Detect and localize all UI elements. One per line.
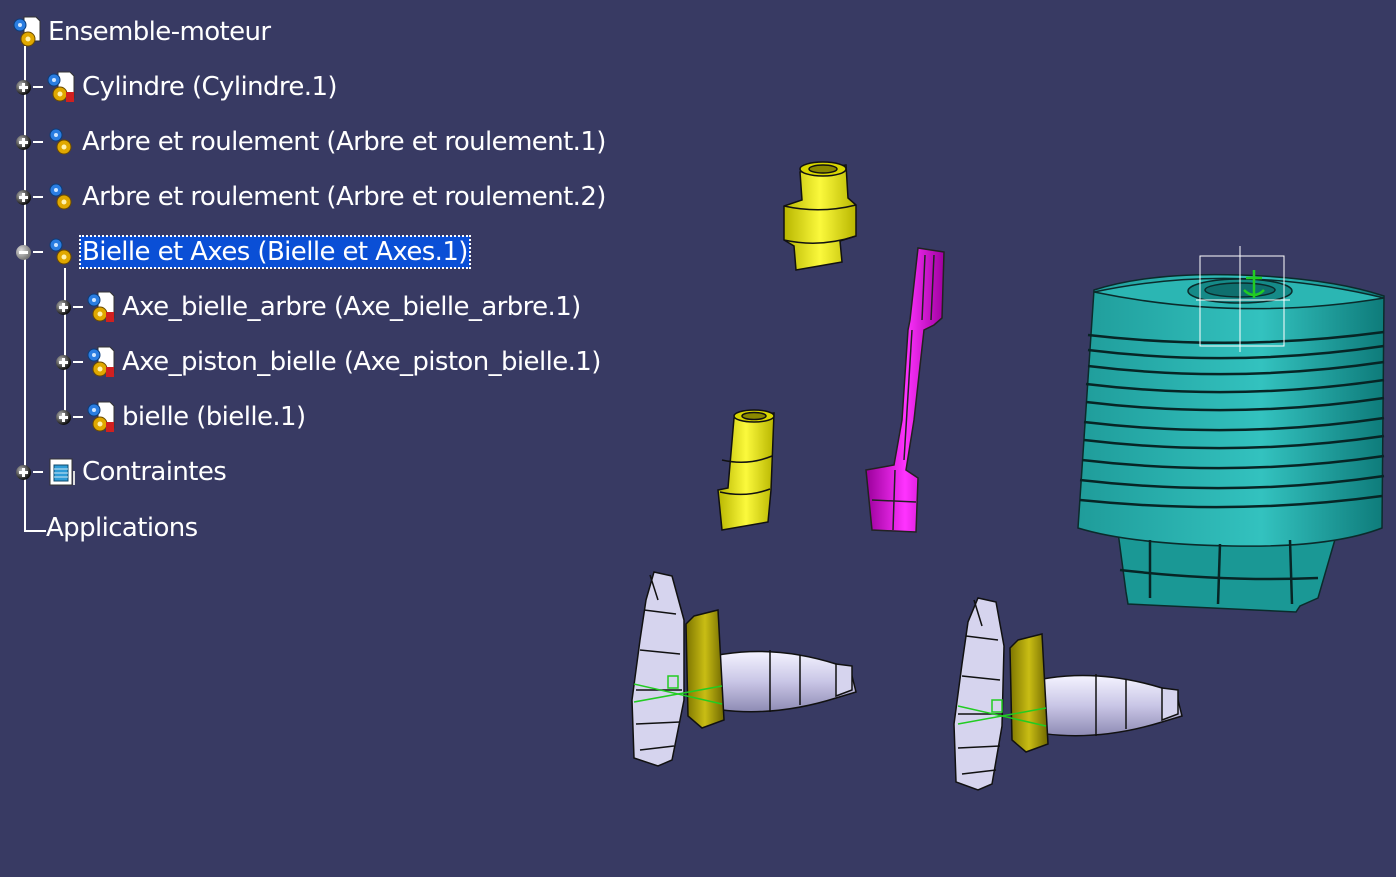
tree-item-label: Contraintes — [82, 457, 227, 487]
tree-node-bielle[interactable]: bielle (bielle.1) — [56, 397, 308, 437]
branch-connector — [33, 196, 43, 198]
branch-connector — [33, 251, 43, 253]
part-icon — [86, 290, 116, 324]
expand-icon[interactable] — [16, 134, 31, 150]
product-icon — [46, 125, 76, 159]
branch-connector — [73, 361, 83, 363]
tree-node-axe-bielle-arbre[interactable]: Axe_bielle_arbre (Axe_bielle_arbre.1) — [56, 287, 583, 327]
part-icon — [46, 70, 76, 104]
arbre-roulement-2-part[interactable] — [953, 597, 1183, 791]
tree-node-applications[interactable]: Applications — [44, 508, 200, 548]
part-icon — [86, 345, 116, 379]
branch-connector — [33, 86, 43, 88]
tree-node-arbre-roulement-1[interactable]: Arbre et roulement (Arbre et roulement.1… — [16, 122, 608, 162]
product-icon — [46, 180, 76, 214]
constraints-icon — [46, 455, 76, 489]
collapse-icon[interactable] — [16, 244, 31, 260]
axe-bielle-arbre-part[interactable] — [783, 161, 857, 271]
tree-root-label: Ensemble-moteur — [48, 17, 271, 47]
branch-connector — [73, 416, 83, 418]
tree-item-label: Axe_bielle_arbre (Axe_bielle_arbre.1) — [122, 292, 581, 322]
part-icon — [86, 400, 116, 434]
tree-node-root[interactable]: Ensemble-moteur — [12, 12, 272, 52]
bielle-part[interactable] — [865, 247, 945, 533]
tree-item-label: Cylindre (Cylindre.1) — [82, 72, 338, 102]
product-icon — [12, 15, 42, 49]
expand-icon[interactable] — [56, 299, 71, 315]
tree-item-label: Arbre et roulement (Arbre et roulement.2… — [82, 182, 606, 212]
tree-item-label-selected: Bielle et Axes (Bielle et Axes.1) — [79, 235, 471, 269]
tree-node-axe-piston-bielle[interactable]: Axe_piston_bielle (Axe_piston_bielle.1) — [56, 342, 603, 382]
tree-item-label: bielle (bielle.1) — [122, 402, 306, 432]
expand-icon[interactable] — [16, 464, 31, 480]
axe-piston-bielle-part[interactable] — [717, 409, 775, 531]
branch-connector — [73, 306, 83, 308]
tree-item-label: Arbre et roulement (Arbre et roulement.1… — [82, 127, 606, 157]
expand-icon[interactable] — [56, 354, 71, 370]
cylindre-part[interactable] — [1077, 246, 1385, 613]
tree-node-contraintes[interactable]: Contraintes — [16, 452, 228, 492]
tree-end-branch — [24, 530, 46, 532]
branch-connector — [33, 471, 43, 473]
product-icon — [46, 235, 76, 269]
expand-icon[interactable] — [16, 79, 31, 95]
branch-connector — [33, 141, 43, 143]
tree-node-bielle-et-axes[interactable]: Bielle et Axes (Bielle et Axes.1) — [16, 232, 471, 272]
arbre-roulement-1-part[interactable] — [631, 571, 857, 767]
expand-icon[interactable] — [56, 409, 71, 425]
specification-tree: Ensemble-moteur Cylindre (Cylindre.1) Ar… — [0, 0, 700, 560]
tree-item-label: Applications — [46, 513, 198, 543]
3d-viewport[interactable]: Ensemble-moteur Cylindre (Cylindre.1) Ar… — [0, 0, 1396, 877]
expand-icon[interactable] — [16, 189, 31, 205]
tree-node-arbre-roulement-2[interactable]: Arbre et roulement (Arbre et roulement.2… — [16, 177, 608, 217]
tree-node-cylindre[interactable]: Cylindre (Cylindre.1) — [16, 67, 339, 107]
tree-item-label: Axe_piston_bielle (Axe_piston_bielle.1) — [122, 347, 601, 377]
